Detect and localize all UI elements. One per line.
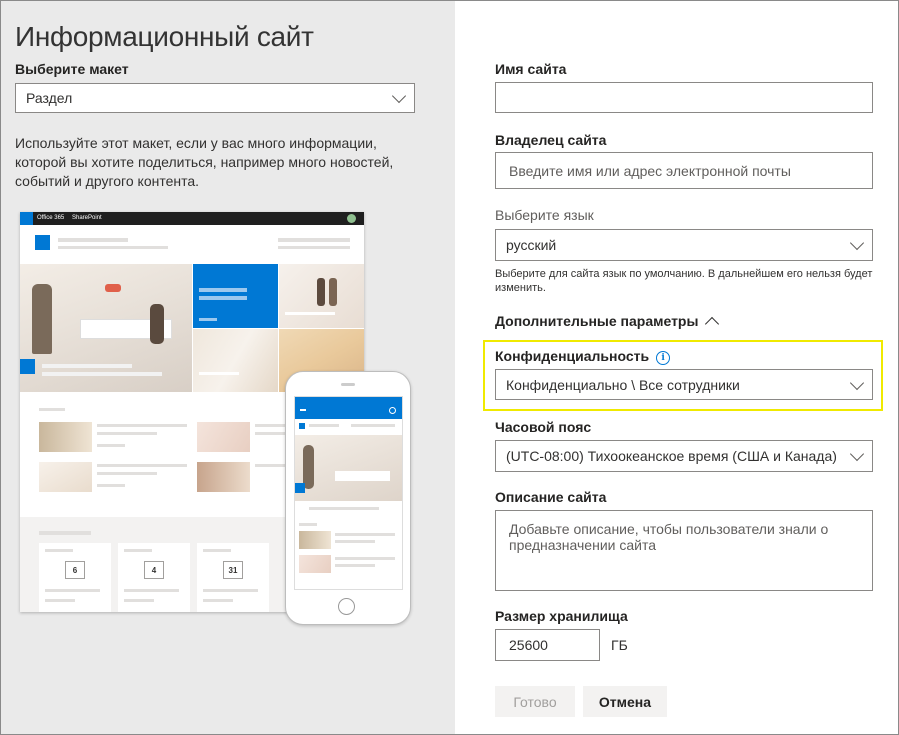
preview-brand: Office 365 [37,215,65,221]
preview-bar [299,523,317,526]
advanced-settings-toggle[interactable]: Дополнительные параметры [495,313,720,332]
cancel-button[interactable]: Отмена [583,686,667,717]
calendar-icon: 4 [144,561,164,579]
preview-bar [97,424,187,427]
preview-bar [335,557,395,560]
preview-suite-bar: Office 365 SharePoint [20,212,364,225]
calendar-icon: 31 [223,561,243,579]
preview-list-image [197,462,250,492]
site-description-textarea[interactable]: Добавьте описание, чтобы пользователи зн… [495,510,873,591]
preview-bar [351,424,395,427]
preview-list-image [299,531,331,549]
timezone-dropdown[interactable]: (UTC-08:00) Тихоокеанское время (США и К… [495,440,873,472]
storage-unit: ГБ [611,637,628,653]
preview-news-tile [193,264,278,328]
preview-bar [39,408,65,411]
preview-bar [278,238,350,242]
preview-bar [335,564,375,567]
preview-event-card: 4 [118,543,190,612]
preview-list-image [197,422,250,452]
preview-bar [309,424,339,427]
privacy-label: Конфиденциальность [495,348,650,364]
layout-pane: Информационный сайт Выберите макет Разде… [1,1,455,734]
preview-site-logo [35,235,50,250]
preview-bar [299,423,305,429]
preview-list-image [39,462,92,492]
preview-bar [58,246,168,249]
preview-bar [124,599,154,602]
language-hint: Выберите для сайта язык по умолчанию. В … [495,268,873,294]
chevron-up-icon [705,316,720,332]
preview-bar [58,238,128,242]
layout-label: Выберите макет [15,61,129,77]
preview-news-image [193,329,278,392]
site-description-label: Описание сайта [495,489,607,505]
phone-app-bar [295,397,402,419]
preview-hero-image [20,264,192,392]
phone-screen [294,396,403,590]
site-owner-input[interactable]: Введите имя или адрес электронной почты [495,152,873,189]
chevron-down-icon [849,235,865,251]
preview-bar [335,533,395,536]
preview-bar [335,540,375,543]
preview-event-card: 6 [39,543,111,612]
privacy-label-row: Конфиденциальность i [495,348,671,365]
storage-size-input[interactable]: 25600 [495,629,600,661]
site-owner-label: Владелец сайта [495,132,607,148]
preview-bar [97,472,157,475]
storage-size-label: Размер хранилища [495,608,628,624]
avatar [347,214,356,223]
layout-value: Раздел [26,90,73,106]
preview-bar [97,484,125,487]
preview-bar [97,444,125,447]
language-dropdown[interactable]: русский [495,229,873,261]
site-name-label: Имя сайта [495,61,567,77]
language-label: Выберите язык [495,207,594,223]
layout-dropdown[interactable]: Раздел [15,83,415,113]
page-title: Информационный сайт [15,21,314,52]
chevron-down-icon [391,88,407,104]
language-value: русский [506,237,557,253]
chevron-down-icon [849,375,865,390]
preview-news-image [279,264,364,328]
preview-bar [39,531,91,535]
preview-bar [97,432,157,435]
preview-bar [203,599,233,602]
preview-bar [45,589,100,592]
timezone-value: (UTC-08:00) Тихоокеанское время (США и К… [506,448,837,464]
phone-speaker [341,383,355,386]
preview-bar [124,589,179,592]
layout-preview-mobile [285,371,411,625]
layout-description: Используйте этот макет, если у вас много… [15,135,394,189]
preview-bar [45,549,73,552]
preview-bar [97,464,187,467]
preview-app: SharePoint [72,215,102,221]
preview-bar [203,549,231,552]
preview-bar [124,549,152,552]
calendar-icon: 6 [65,561,85,579]
phone-home-button [338,598,355,615]
site-name-input[interactable] [495,82,873,113]
preview-list-image [39,422,92,452]
advanced-settings-label: Дополнительные параметры [495,313,699,329]
preview-bar [203,589,258,592]
timezone-label: Часовой пояс [495,419,592,435]
privacy-value: Конфиденциально \ Все сотрудники [506,376,740,393]
site-creation-panel: Информационный сайт Выберите макет Разде… [0,0,899,735]
info-icon[interactable]: i [656,351,671,365]
preview-bar [45,599,75,602]
done-button[interactable]: Готово [495,686,575,717]
chevron-down-icon [849,446,865,462]
waffle-icon [20,212,33,225]
privacy-dropdown[interactable]: Конфиденциально \ Все сотрудники [495,369,873,400]
preview-bar [309,507,379,510]
preview-bar [278,246,350,249]
preview-event-card: 31 [197,543,269,612]
phone-hero-image [295,435,402,501]
preview-list-image [299,555,331,573]
